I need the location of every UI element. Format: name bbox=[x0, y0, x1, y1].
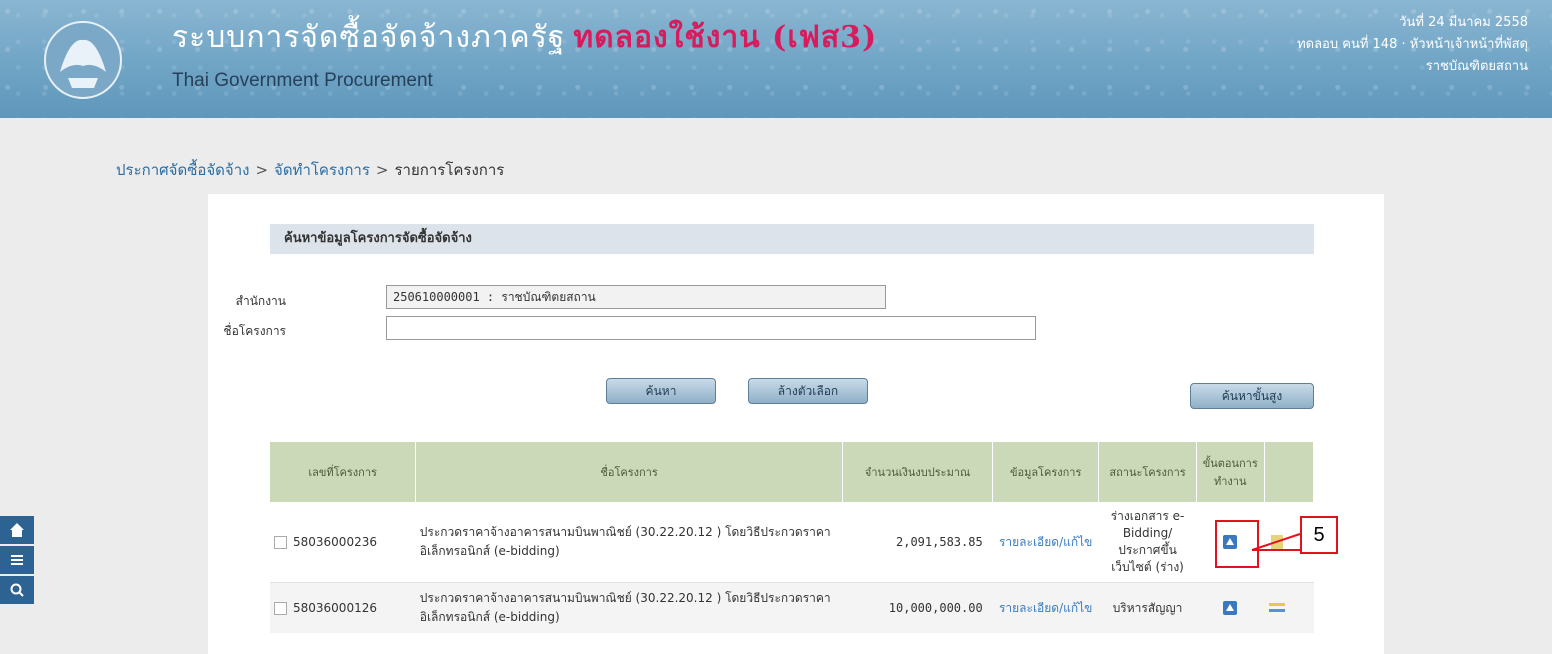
workflow-step-icon[interactable] bbox=[1221, 599, 1239, 617]
side-toolbar bbox=[0, 516, 34, 606]
trial-tag: ทดลองใช้งาน (เฟส3) bbox=[573, 20, 878, 55]
main-panel: ค้นหาข้อมูลโครงการจัดซื้อจัดจ้าง สำนักงา… bbox=[208, 194, 1384, 654]
callout-number: 5 bbox=[1300, 516, 1338, 554]
site-title-en: Thai Government Procurement bbox=[172, 70, 433, 91]
breadcrumb-item-procurement[interactable]: ประกาศจัดซื้อจัดจ้าง bbox=[116, 161, 249, 179]
search-icon bbox=[10, 583, 24, 597]
col-project-name: ชื่อโครงการ bbox=[415, 442, 843, 502]
extra-cell bbox=[1264, 582, 1314, 633]
row-checkbox[interactable] bbox=[274, 602, 287, 615]
project-id-cell: 58036000126 bbox=[270, 582, 416, 633]
header-banner: ระบบการจัดซื้อจัดจ้างภาครัฐ ทดลองใช้งาน (… bbox=[0, 0, 1552, 118]
project-id: 58036000236 bbox=[293, 535, 377, 549]
breadcrumb: ประกาศจัดซื้อจัดจ้าง > จัดทำโครงการ > รายการ… bbox=[116, 158, 504, 182]
budget-cell: 2,091,583.85 bbox=[842, 502, 993, 583]
project-name-cell: ประกวดราคาจ้างอาคารสนามบินพาณิชย์ (30.22… bbox=[415, 502, 843, 583]
home-button[interactable] bbox=[0, 516, 34, 544]
search-section-title: ค้นหาข้อมูลโครงการจัดซื้อจัดจ้าง bbox=[270, 224, 1314, 254]
breadcrumb-separator: > bbox=[255, 161, 269, 179]
breadcrumb-item-create-project[interactable]: จัดทำโครงการ bbox=[274, 161, 370, 179]
current-date: วันที่ 24 มีนาคม 2558 bbox=[1399, 15, 1528, 30]
menu-icon bbox=[11, 555, 23, 565]
col-status: สถานะโครงการ bbox=[1098, 442, 1197, 502]
col-project-id: เลขที่โครงการ bbox=[270, 442, 417, 502]
table-row: 58036000126 ประกวดราคาจ้างอาคารสนามบินพา… bbox=[270, 582, 1314, 633]
list-icon[interactable] bbox=[1268, 599, 1286, 617]
workflow-cell bbox=[1196, 582, 1265, 633]
table-header-row: เลขที่โครงการ ชื่อโครงการ จำนวนเงินงบประ… bbox=[270, 442, 1315, 502]
callout-pointer bbox=[1251, 533, 1301, 551]
col-extra bbox=[1264, 442, 1315, 502]
advanced-search-button[interactable]: ค้นหาขั้นสูง bbox=[1190, 383, 1314, 409]
org-name: ราชบัณฑิตยสถาน bbox=[1425, 59, 1528, 74]
project-id-cell: 58036000236 bbox=[270, 502, 416, 583]
search-button[interactable]: ค้นหา bbox=[606, 378, 716, 404]
project-name-cell: ประกวดราคาจ้างอาคารสนามบินพาณิชย์ (30.22… bbox=[415, 582, 843, 633]
agency-label: สำนักงาน bbox=[235, 294, 286, 308]
site-title-th: ระบบการจัดซื้อจัดจ้างภาครัฐ ทดลองใช้งาน (… bbox=[172, 14, 877, 61]
col-workflow: ขั้นตอนการทำงาน bbox=[1196, 442, 1265, 502]
col-budget: จำนวนเงินงบประมาณ bbox=[842, 442, 994, 502]
project-info-link[interactable]: รายละเอียด/แก้ไข bbox=[992, 502, 1099, 583]
garuda-emblem-icon bbox=[44, 21, 122, 99]
project-name-label: ชื่อโครงการ bbox=[223, 324, 286, 338]
breadcrumb-item-project-list: รายการโครงการ bbox=[394, 161, 505, 179]
agency-field[interactable]: 250610000001 : ราชบัณฑิตยสถาน bbox=[386, 285, 886, 309]
title-thai: ระบบการจัดซื้อจัดจ้างภาครัฐ bbox=[172, 20, 566, 55]
project-info-link[interactable]: รายละเอียด/แก้ไข bbox=[992, 582, 1099, 633]
search-side-button[interactable] bbox=[0, 576, 34, 604]
project-id: 58036000126 bbox=[293, 601, 377, 615]
home-icon bbox=[10, 523, 24, 537]
row-checkbox[interactable] bbox=[274, 536, 287, 549]
menu-button[interactable] bbox=[0, 546, 34, 574]
status-cell: ร่างเอกสาร e-Bidding/ ประกาศขึ้น เว็บไซต… bbox=[1098, 502, 1197, 583]
breadcrumb-separator: > bbox=[375, 161, 389, 179]
project-name-input[interactable] bbox=[386, 316, 1036, 340]
clear-button[interactable]: ล้างตัวเลือก bbox=[748, 378, 868, 404]
user-name[interactable]: ทดลอบ คนที่ 148 · หัวหน้าเจ้าหน้าที่พัสด… bbox=[1297, 34, 1528, 56]
budget-cell: 10,000,000.00 bbox=[842, 582, 993, 633]
project-table: เลขที่โครงการ ชื่อโครงการ จำนวนเงินงบประ… bbox=[270, 442, 1315, 633]
col-project-info: ข้อมูลโครงการ bbox=[992, 442, 1100, 502]
status-cell: บริหารสัญญา bbox=[1098, 582, 1197, 633]
user-info: วันที่ 24 มีนาคม 2558 ทดลอบ คนที่ 148 · … bbox=[1297, 12, 1528, 78]
table-row: 58036000236 ประกวดราคาจ้างอาคารสนามบินพา… bbox=[270, 502, 1314, 583]
